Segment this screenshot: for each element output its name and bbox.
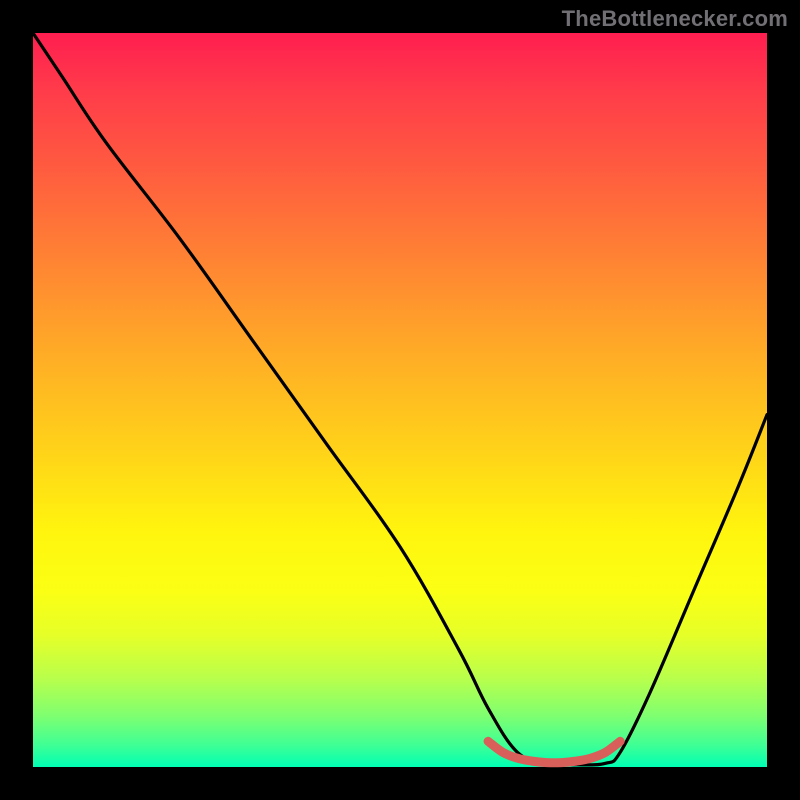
optimal-range-marker — [488, 741, 620, 762]
watermark-text: TheBottleneсker.com — [562, 6, 788, 32]
bottleneck-curve — [33, 33, 767, 765]
chart-svg — [33, 33, 767, 767]
plot-area — [33, 33, 767, 767]
chart-frame: TheBottleneсker.com — [0, 0, 800, 800]
